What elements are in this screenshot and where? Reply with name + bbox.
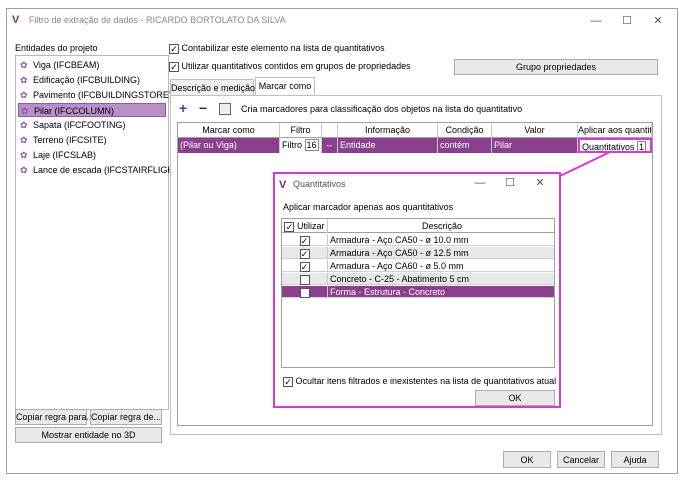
row-desc: Concreto - C-25 - Abatimento 5 cm <box>330 274 470 284</box>
use-label: Utilizar <box>297 221 325 231</box>
header-desc: Descrição <box>421 221 462 231</box>
row-desc: Armadura - Aço CA60 - ø 5.0 mm <box>330 261 464 271</box>
checkbox[interactable]: ✓ <box>299 261 310 272</box>
checkbox[interactable]: ✓ <box>299 287 310 298</box>
checkbox[interactable]: ✓ <box>284 221 295 232</box>
checkbox[interactable]: ✓ <box>283 376 293 387</box>
dialog-close-button[interactable]: ✕ <box>527 174 553 192</box>
dialog-subtitle: Aplicar marcador apenas aos quantitativo… <box>283 202 454 212</box>
header-use: ✓ Utilizar <box>282 219 328 233</box>
table-row[interactable]: ✓ Armadura - Aço CA50 - ø 12.5 mm <box>282 247 554 259</box>
table-row[interactable]: ✓ Armadura - Aço CA60 - ø 5.0 mm <box>282 260 554 272</box>
quantities-table: ✓ Utilizar Descrição ✓ Armadura - Aço CA5… <box>281 218 555 368</box>
table-row-selected[interactable]: ✓ Forma - Estrutura - Concreto <box>282 286 554 298</box>
checkbox[interactable] <box>299 274 310 285</box>
checkbox[interactable]: ✓ <box>299 248 310 259</box>
dialog-title: Quantitativos <box>293 179 346 189</box>
table-row[interactable]: Concreto - C-25 - Abatimento 5 cm <box>282 273 554 285</box>
app-logo-icon: V <box>279 179 287 191</box>
dialog-minimize-button[interactable]: — <box>467 174 493 192</box>
hide-filtered-label: Ocultar itens filtrados e inexistentes n… <box>295 376 557 386</box>
table-row[interactable]: ✓ Armadura - Aço CA50 - ø 10.0 mm <box>282 234 554 246</box>
row-desc: Armadura - Aço CA50 - ø 10.0 mm <box>330 235 469 245</box>
row-desc: Armadura - Aço CA50 - ø 12.5 mm <box>330 248 469 258</box>
hide-filtered-checkbox[interactable]: ✓ Ocultar itens filtrados e inexistentes… <box>283 376 556 387</box>
quantitativos-dialog: V Quantitativos — ☐ ✕ Aplicar marcador a… <box>273 172 561 408</box>
row-desc: Forma - Estrutura - Concreto <box>330 287 446 297</box>
table-header: ✓ Utilizar Descrição <box>282 219 554 233</box>
dialog-maximize-button[interactable]: ☐ <box>497 174 523 192</box>
checkbox[interactable]: ✓ <box>299 235 310 246</box>
dialog-ok-button[interactable]: OK <box>475 390 555 406</box>
